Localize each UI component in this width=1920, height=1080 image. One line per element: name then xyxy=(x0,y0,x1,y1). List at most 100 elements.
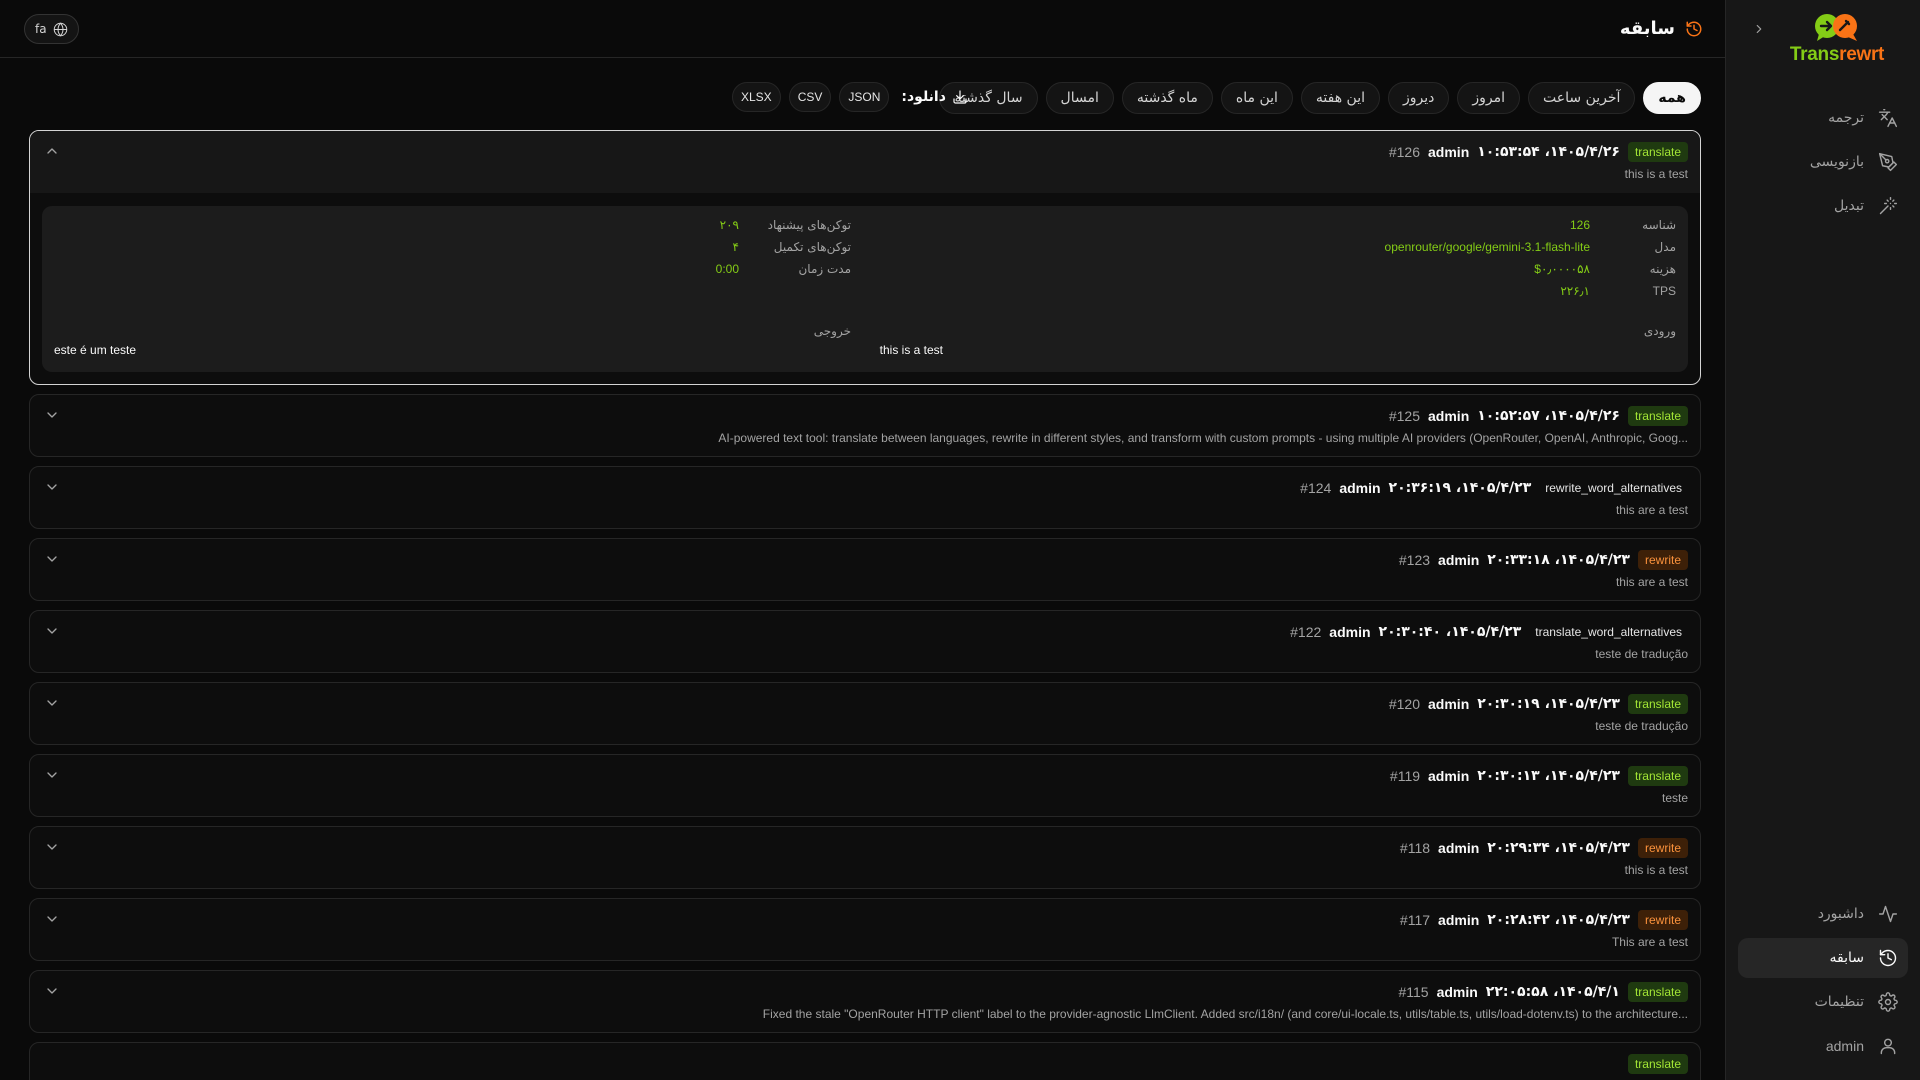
preview-text: teste xyxy=(1661,791,1688,805)
chevron-down-icon[interactable] xyxy=(44,551,60,567)
operation-badge: rewrite xyxy=(1637,838,1688,858)
chevron-down-icon[interactable] xyxy=(44,983,60,999)
record-id: #117 xyxy=(1399,912,1431,928)
nav-translate-label: ترجمه xyxy=(1828,110,1864,126)
output-label: خروجی xyxy=(813,324,851,338)
download-xlsx-button[interactable]: XLSX xyxy=(732,82,781,112)
detail-cost: هزینه $۰٫۰۰۰۰۵۸ xyxy=(1534,262,1676,276)
timestamp: ۱۴۰۵/۴/۲۳، ۲۰:۳۰:۱۹ xyxy=(1477,696,1620,712)
nav-user[interactable]: admin xyxy=(1738,1026,1908,1066)
detail-prompt-tokens: توکن‌های پیشنهاد ۲۰۹ xyxy=(719,218,851,232)
filter-last-month[interactable]: ماه گذشته xyxy=(1121,82,1213,114)
chevron-down-icon[interactable] xyxy=(44,479,60,495)
preview-text: Fixed the stale "OpenRouter HTTP client"… xyxy=(762,1007,1688,1021)
filter-yesterday[interactable]: دیروز xyxy=(1388,82,1450,114)
history-icon xyxy=(1879,949,1897,967)
history-item[interactable]: translate ۱۴۰۵/۴/۲۳، ۲۰:۳۰:۱۹ admin #120… xyxy=(29,682,1701,745)
nav-transform-label: تبدیل xyxy=(1834,198,1864,214)
record-id: #123 xyxy=(1398,552,1431,568)
username: admin xyxy=(1436,984,1478,1000)
download-json-button[interactable]: JSON xyxy=(839,82,890,112)
username: admin xyxy=(1428,408,1470,424)
chevron-up-icon[interactable] xyxy=(44,143,60,159)
secondary-nav: داشبورد سابقه تنظیمات admin xyxy=(1738,894,1908,1070)
pen-icon xyxy=(1878,152,1898,172)
sidebar: Transrewrt ترجمه بازنویسی تبدیل داشبورد … xyxy=(1725,0,1920,1080)
operation-badge: translate xyxy=(1627,766,1688,786)
chevron-down-icon[interactable] xyxy=(44,623,60,639)
timestamp: ۱۴۰۵/۴/۲۳، ۲۰:۳۰:۴۰ xyxy=(1378,624,1522,640)
nav-user-label: admin xyxy=(1825,1038,1864,1054)
filter-today[interactable]: امروز xyxy=(1457,82,1521,114)
history-item[interactable]: rewrite ۱۴۰۵/۴/۲۳، ۲۰:۳۳:۱۸ admin #123 t… xyxy=(29,538,1701,601)
main-nav: ترجمه بازنویسی تبدیل xyxy=(1738,98,1908,230)
filter-this-week[interactable]: این هفته xyxy=(1300,82,1380,114)
timestamp: ۱۴۰۵/۴/۲۶، ۱۰:۵۳:۵۴ xyxy=(1477,144,1620,160)
chevron-down-icon[interactable] xyxy=(44,911,60,927)
history-item[interactable]: rewrite ۱۴۰۵/۴/۲۳، ۲۰:۲۹:۳۴ admin #118 t… xyxy=(29,826,1701,889)
history-item[interactable]: rewrite_word_alternatives ۱۴۰۵/۴/۲۳، ۲۰:… xyxy=(29,466,1701,529)
chevron-down-icon[interactable] xyxy=(44,767,60,783)
detail-model: مدل openrouter/google/gemini-3.1-flash-l… xyxy=(1384,240,1676,254)
record-id: #125 xyxy=(1388,408,1421,424)
filter-last-hour[interactable]: آخرین ساعت xyxy=(1528,82,1636,114)
operation-badge: translate_word_alternatives xyxy=(1535,625,1682,639)
language-switcher[interactable]: fa xyxy=(24,14,79,44)
filter-this-year[interactable]: امسال xyxy=(1045,82,1114,114)
output-text: este é um teste xyxy=(54,343,137,357)
preview-text: this is a test xyxy=(1624,863,1688,877)
timestamp: ۱۴۰۵/۴/۲۳، ۲۰:۲۸:۴۲ xyxy=(1487,912,1630,928)
preview-text: this are a test xyxy=(1615,503,1688,517)
filter-all[interactable]: همه xyxy=(1643,82,1701,114)
detail-completion-tokens: توکن‌های تکمیل ۴ xyxy=(732,240,851,254)
download-csv-button[interactable]: CSV xyxy=(788,82,832,112)
username: admin xyxy=(1428,696,1470,712)
chevron-down-icon[interactable] xyxy=(44,839,60,855)
username: admin xyxy=(1438,552,1480,568)
operation-badge: rewrite xyxy=(1637,910,1688,930)
chevron-right-icon xyxy=(1756,24,1762,34)
history-item[interactable]: translate ۱۴۰۵/۴/۲۳، ۲۰:۳۰:۱۳ admin #119… xyxy=(29,754,1701,817)
nav-dashboard[interactable]: داشبورد xyxy=(1738,894,1908,934)
history-item-header[interactable]: translate ۱۴۰۵/۴/۲۶، ۱۰:۵۳:۵۴ admin #126… xyxy=(30,131,1700,193)
language-code: fa xyxy=(35,22,47,36)
nav-settings[interactable]: تنظیمات xyxy=(1738,982,1908,1022)
preview-text: This are a test xyxy=(1611,935,1688,949)
history-item[interactable]: translate ۱۴۰۵/۴/۱، ۲۲:۰۵:۵۸ admin #115 … xyxy=(29,970,1701,1033)
detail-id: شناسه 126 xyxy=(1569,218,1676,232)
timestamp: ۱۴۰۵/۴/۲۳، ۲۰:۳۳:۱۸ xyxy=(1487,552,1630,568)
history-item[interactable]: translate ۱۴۰۵/۴/۲۶، ۱۰:۵۲:۵۷ admin #125… xyxy=(29,394,1701,457)
record-id: #119 xyxy=(1389,768,1421,784)
history-item[interactable]: rewrite ۱۴۰۵/۴/۲۳، ۲۰:۲۸:۴۲ admin #117 T… xyxy=(29,898,1701,961)
download-icon xyxy=(953,90,967,104)
nav-rewrite[interactable]: بازنویسی xyxy=(1738,142,1908,182)
username: admin xyxy=(1438,912,1480,928)
globe-icon xyxy=(53,22,67,36)
timestamp: ۱۴۰۵/۴/۲۳، ۲۰:۲۹:۳۴ xyxy=(1487,840,1630,856)
app-logo[interactable]: Transrewrt xyxy=(1782,12,1892,66)
record-id: #124 xyxy=(1300,480,1332,496)
page-title: سابقه xyxy=(1620,18,1703,39)
nav-history[interactable]: سابقه xyxy=(1738,938,1908,978)
operation-badge: rewrite xyxy=(1637,550,1688,570)
history-list: translate ۱۴۰۵/۴/۲۶، ۱۰:۵۳:۵۴ admin #126… xyxy=(29,130,1701,1080)
page-header: سابقه fa xyxy=(0,0,1725,58)
nav-translate[interactable]: ترجمه xyxy=(1738,98,1908,138)
history-item[interactable]: translate xyxy=(29,1042,1701,1080)
chevron-down-icon[interactable] xyxy=(44,407,60,423)
history-item[interactable]: translate_word_alternatives ۱۴۰۵/۴/۲۳، ۲… xyxy=(29,610,1701,673)
filter-this-month[interactable]: این ماه xyxy=(1220,82,1293,114)
preview-text: teste de tradução xyxy=(1595,719,1688,733)
collapse-sidebar-button[interactable] xyxy=(1748,18,1770,40)
preview-text: this is a test xyxy=(1624,167,1688,181)
history-icon xyxy=(1686,21,1702,36)
download-bar: دانلود: JSON CSV XLSX xyxy=(732,82,968,112)
operation-badge: translate xyxy=(1627,406,1688,426)
app-name: Transrewrt xyxy=(1789,44,1885,65)
operation-badge: translate xyxy=(1627,1054,1688,1074)
history-item[interactable]: translate ۱۴۰۵/۴/۲۶، ۱۰:۵۳:۵۴ admin #126… xyxy=(29,130,1701,385)
nav-dashboard-label: داشبورد xyxy=(1817,906,1864,922)
nav-transform[interactable]: تبدیل xyxy=(1738,186,1908,226)
chevron-down-icon[interactable] xyxy=(44,695,60,711)
record-id: #126 xyxy=(1388,144,1421,160)
